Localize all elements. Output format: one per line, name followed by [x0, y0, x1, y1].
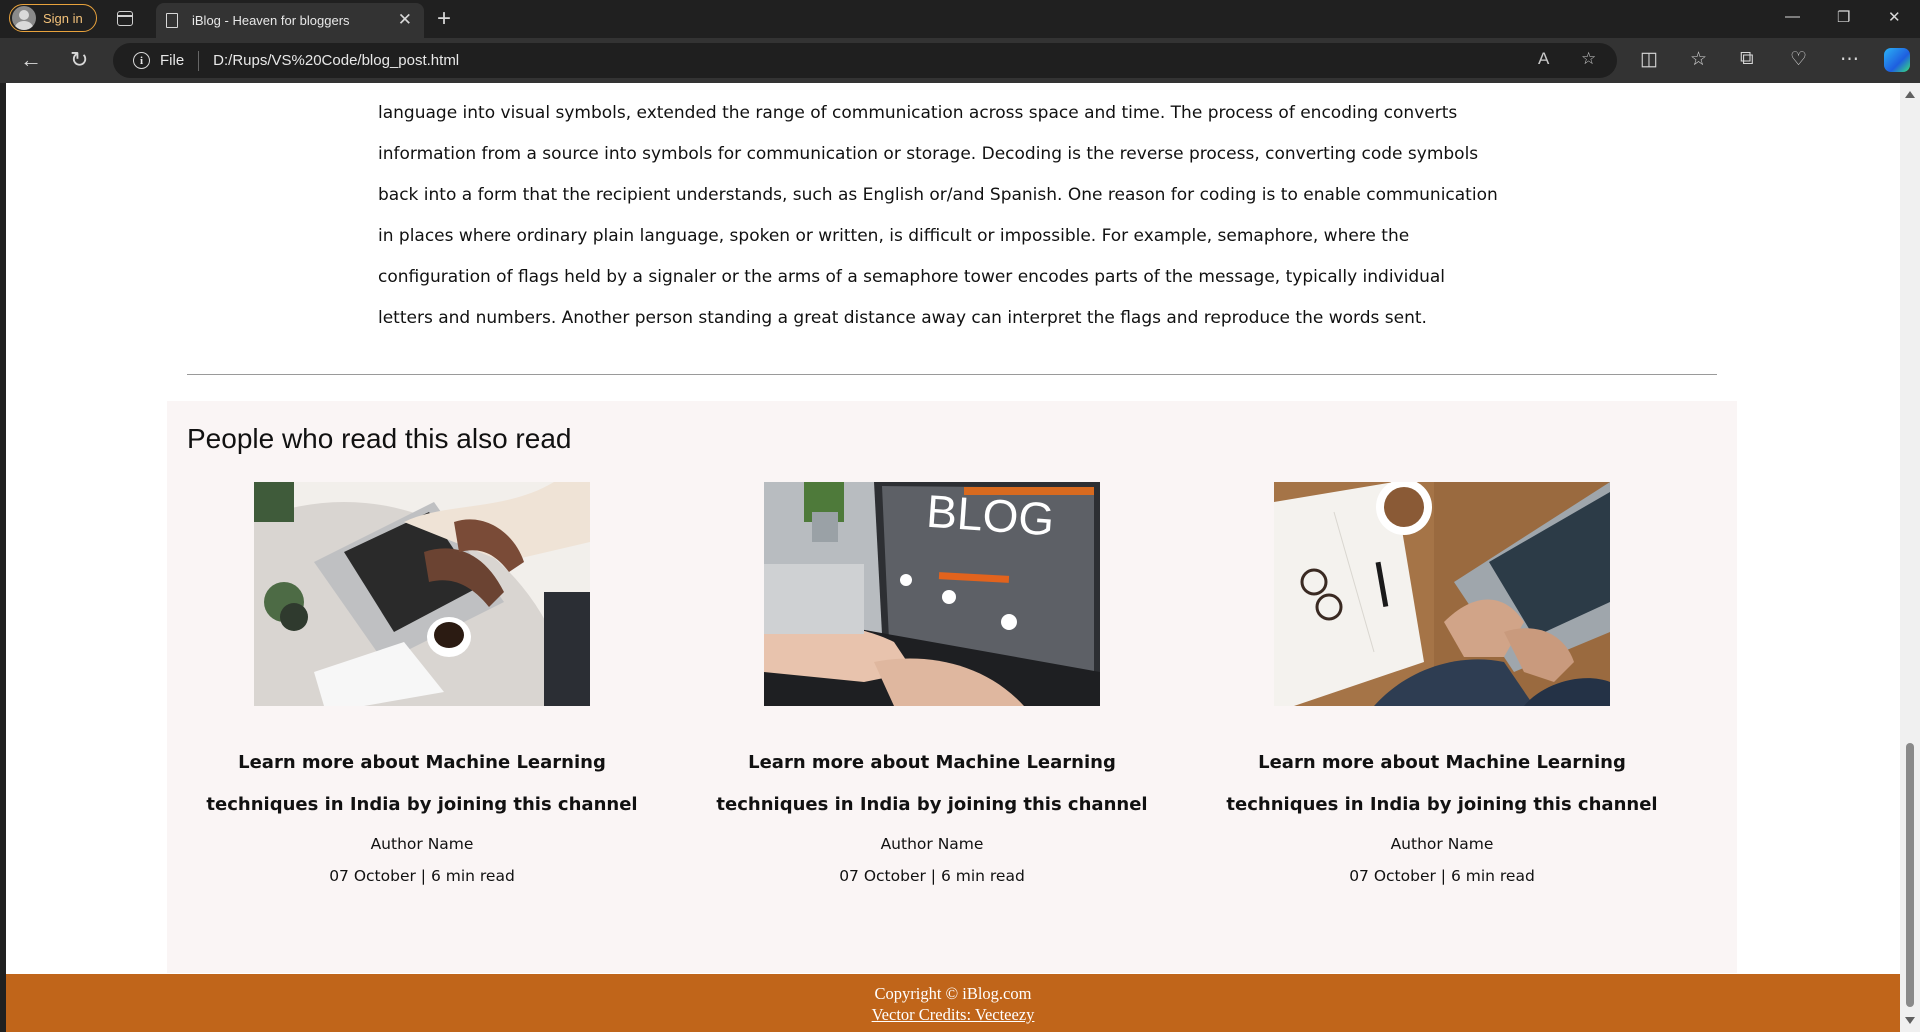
address-url[interactable]: D:/Rups/VS%20Code/blog_post.html: [213, 52, 459, 69]
card-title-line: Learn more about Machine Learning: [1258, 752, 1626, 773]
article-line: in places where ordinary plain language,…: [378, 226, 1410, 246]
card-author: Author Name: [370, 835, 474, 853]
card-meta: 07 October | 6 min read: [1349, 867, 1535, 885]
window-close-icon[interactable]: ✕: [1888, 8, 1901, 26]
read-aloud-icon[interactable]: A: [1538, 49, 1549, 69]
user-avatar-icon: [12, 6, 36, 30]
scroll-down-icon[interactable]: [1905, 1017, 1915, 1024]
tab-actions-icon[interactable]: [117, 11, 133, 26]
page-scrollbar[interactable]: [1900, 83, 1920, 1032]
address-scheme: File: [160, 52, 185, 69]
article-line: letters and numbers. Another person stan…: [378, 308, 1427, 328]
card-title[interactable]: Learn more about Machine Learning techni…: [1187, 742, 1697, 826]
card-title-line: Learn more about Machine Learning: [238, 752, 606, 773]
blog-image-text: BLOG: [925, 485, 1056, 546]
article-body: language into visual symbols, extended t…: [378, 93, 1528, 339]
sign-in-button[interactable]: Sign in: [9, 4, 97, 32]
card-title-line: Learn more about Machine Learning: [748, 752, 1116, 773]
related-card[interactable]: Learn more about Machine Learning techni…: [167, 482, 677, 886]
address-bar-row: ← ↻ i File D:/Rups/VS%20Code/blog_post.h…: [0, 38, 1920, 83]
favorites-icon[interactable]: ☆: [1690, 48, 1707, 71]
card-author: Author Name: [1390, 835, 1494, 853]
scrollbar-thumb[interactable]: [1906, 743, 1914, 1007]
restore-icon[interactable]: ❐: [1837, 8, 1850, 26]
page-viewport: language into visual symbols, extended t…: [6, 83, 1900, 1032]
article-line: configuration of flags held by a signale…: [378, 267, 1446, 287]
related-card[interactable]: BLOG Learn more about Machine Learning t…: [677, 482, 1187, 886]
scroll-up-icon[interactable]: [1905, 91, 1915, 98]
address-divider: [198, 50, 200, 71]
minimize-icon[interactable]: —: [1785, 8, 1800, 25]
card-title-line: techniques in India by joining this chan…: [1226, 794, 1658, 815]
article-line: back into a form that the recipient unde…: [378, 185, 1498, 205]
section-divider: [187, 374, 1717, 375]
address-bar[interactable]: i File D:/Rups/VS%20Code/blog_post.html …: [113, 43, 1617, 78]
article-line: language into visual symbols, extended t…: [378, 103, 1458, 123]
footer-copyright: Copyright © iBlog.com: [874, 984, 1032, 1003]
card-author: Author Name: [880, 835, 984, 853]
card-title[interactable]: Learn more about Machine Learning techni…: [677, 742, 1187, 826]
back-icon[interactable]: ←: [20, 47, 42, 73]
footer-credits-link[interactable]: Vector Credits: Vecteezy: [872, 1005, 1035, 1024]
browser-essentials-icon[interactable]: ♡: [1790, 48, 1807, 71]
desk-laptop-image[interactable]: [1274, 482, 1610, 706]
card-meta: 07 October | 6 min read: [329, 867, 515, 885]
copilot-icon[interactable]: [1884, 48, 1910, 72]
collections-icon[interactable]: ⧉: [1740, 48, 1754, 70]
new-tab-icon[interactable]: +: [437, 5, 451, 33]
related-heading: People who read this also read: [187, 423, 572, 454]
split-screen-icon[interactable]: ◫: [1640, 48, 1658, 71]
page-icon: [166, 13, 178, 28]
more-icon[interactable]: ⋯: [1840, 48, 1859, 71]
refresh-icon[interactable]: ↻: [70, 47, 88, 73]
related-posts-section: People who read this also read Learn mor…: [167, 401, 1737, 973]
tab-bar: Sign in iBlog - Heaven for bloggers ✕ + …: [0, 0, 1920, 38]
card-title[interactable]: Learn more about Machine Learning techni…: [167, 742, 677, 826]
close-icon[interactable]: ✕: [398, 10, 412, 30]
blog-laptop-image[interactable]: BLOG: [764, 482, 1100, 706]
article-line: information from a source into symbols f…: [378, 144, 1479, 164]
card-title-line: techniques in India by joining this chan…: [716, 794, 1148, 815]
browser-tab[interactable]: iBlog - Heaven for bloggers ✕: [156, 3, 424, 38]
related-card[interactable]: Learn more about Machine Learning techni…: [1187, 482, 1697, 886]
info-icon[interactable]: i: [133, 52, 150, 69]
laptop-coffee-image[interactable]: [254, 482, 590, 706]
tab-title: iBlog - Heaven for bloggers: [192, 13, 350, 28]
card-title-line: techniques in India by joining this chan…: [206, 794, 638, 815]
page-footer: Copyright © iBlog.com Vector Credits: Ve…: [6, 974, 1900, 1032]
card-meta: 07 October | 6 min read: [839, 867, 1025, 885]
sign-in-label: Sign in: [43, 10, 83, 26]
favorite-star-icon[interactable]: ☆: [1581, 49, 1596, 69]
